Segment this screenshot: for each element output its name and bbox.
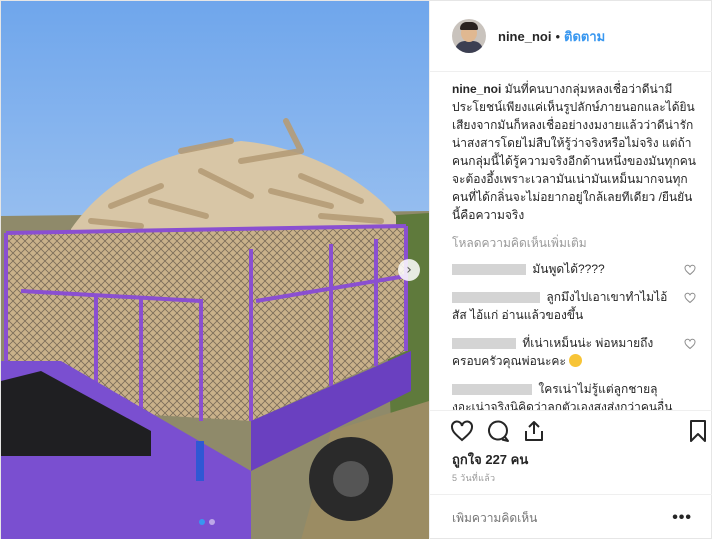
heart-icon[interactable] xyxy=(450,419,474,443)
comment-item: ที่เน่าเหม็นน่ะ พ่อหมายถึงครอบครัวคุณพ่อ… xyxy=(452,334,700,370)
author-username[interactable]: nine_noi xyxy=(498,29,551,44)
carousel-dots xyxy=(199,519,215,525)
comment-item: มันพูดได้???? xyxy=(452,260,700,278)
comment-input[interactable] xyxy=(452,510,672,525)
post-timestamp: 5 วันที่แล้ว xyxy=(452,473,496,483)
carousel-dot xyxy=(199,519,205,525)
bookmark-icon[interactable] xyxy=(686,419,710,443)
redacted-username xyxy=(452,384,532,396)
redacted-username xyxy=(452,338,516,350)
action-bar xyxy=(430,410,712,450)
heart-icon[interactable] xyxy=(684,264,696,276)
header-separator: • xyxy=(555,28,561,44)
chevron-right-icon: › xyxy=(406,262,412,278)
heart-icon[interactable] xyxy=(684,338,696,350)
like-count[interactable]: ถูกใจ 227 คน xyxy=(452,449,528,470)
load-more-comments-button[interactable]: โหลดความคิดเห็นเพิ่มเติม xyxy=(452,234,700,252)
redacted-username xyxy=(452,264,526,276)
comment-text: มันพูดได้???? xyxy=(532,262,605,276)
next-photo-button[interactable]: › xyxy=(398,259,420,281)
comments-list: nine_noi มันที่คนบางกลุ่มหลงเชื่อว่าดีน่… xyxy=(452,80,700,410)
post-header: nine_noi • ติดตาม xyxy=(430,1,712,72)
post-sidebar: nine_noi • ติดตาม nine_noi มันที่คนบางกล… xyxy=(429,1,712,539)
likes-unit: คน xyxy=(510,452,529,467)
caption-text: มันที่คนบางกลุ่มหลงเชื่อว่าดีน่ามีประโยช… xyxy=(452,82,696,222)
photo-illustration xyxy=(1,1,429,539)
caption: nine_noi มันที่คนบางกลุ่มหลงเชื่อว่าดีน่… xyxy=(452,80,700,224)
redacted-username xyxy=(452,292,540,304)
heart-icon[interactable] xyxy=(684,292,696,304)
comment-item: ใครเน่าไม่รู้แต่ลูกชายลุงอะเน่าจริงนิคิด… xyxy=(452,380,700,410)
follow-button[interactable]: ติดตาม xyxy=(564,26,605,47)
emoji-icon xyxy=(569,354,583,367)
caption-username[interactable]: nine_noi xyxy=(452,82,501,96)
likes-count: 227 xyxy=(485,452,508,467)
comment-icon[interactable] xyxy=(486,419,510,443)
share-icon[interactable] xyxy=(522,419,546,443)
avatar[interactable] xyxy=(452,19,486,53)
add-comment-bar: ••• xyxy=(430,494,712,539)
post-photo[interactable]: › xyxy=(1,1,429,539)
carousel-dot xyxy=(209,519,215,525)
post-frame: › nine_noi • ติดตาม nine_noi มันที่คนบาง… xyxy=(0,0,712,539)
comment-item: ลูกมึงไปเอาเขาทำไมไอ้สัส ไอ้แก่ อ่านแล้ว… xyxy=(452,288,700,324)
likes-label: ถูกใจ xyxy=(452,452,482,467)
more-options-icon[interactable]: ••• xyxy=(672,509,692,527)
